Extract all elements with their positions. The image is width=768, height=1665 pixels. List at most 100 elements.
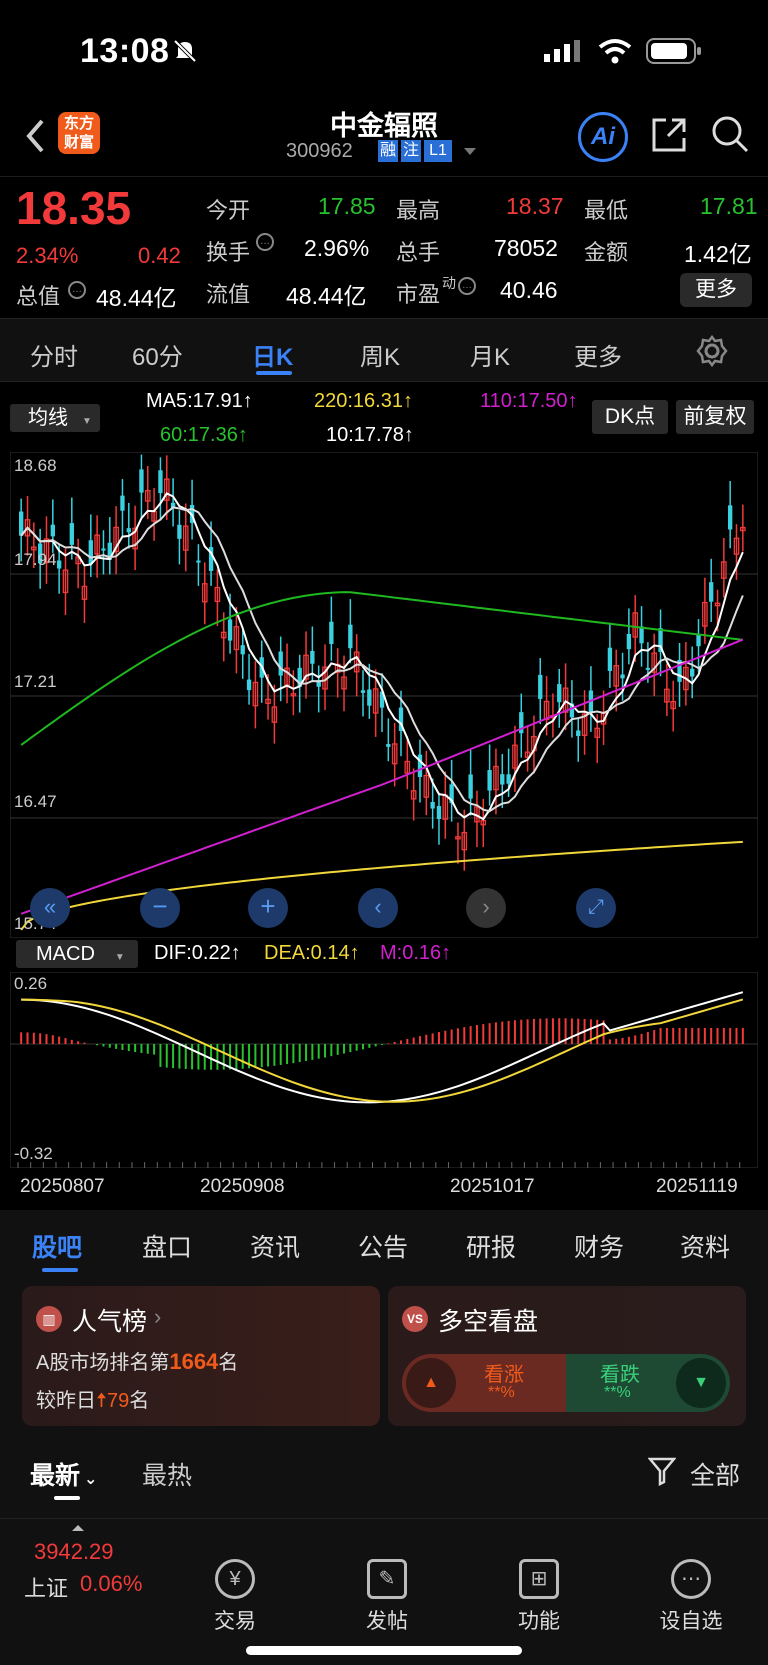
candle-body: [120, 495, 125, 511]
low-label: 最低: [584, 198, 629, 223]
back-icon[interactable]: [24, 118, 46, 154]
chevron-right-icon: ›: [154, 1304, 162, 1329]
indicator-select[interactable]: 均线 ▼: [10, 404, 100, 432]
status-bar: 13:08: [0, 0, 768, 100]
nav-functions[interactable]: ⊞ 功能: [494, 1559, 584, 1635]
nav-post[interactable]: ✎ 发帖: [342, 1559, 432, 1635]
settings-icon[interactable]: [696, 335, 728, 367]
tab-monthly[interactable]: 月K: [470, 337, 510, 372]
kline-chart[interactable]: [10, 452, 758, 938]
tab-hot[interactable]: 最热: [142, 1456, 192, 1492]
tab-financials[interactable]: 财务: [574, 1228, 624, 1264]
scroll-start-icon[interactable]: «: [30, 888, 70, 928]
tab-latest[interactable]: 最新 ⌄: [30, 1456, 97, 1492]
silent-bell-icon: [173, 39, 197, 63]
index-name[interactable]: 上证: [24, 1571, 68, 1603]
share-icon[interactable]: [650, 116, 688, 154]
scroll-left-icon[interactable]: ‹: [358, 888, 398, 928]
tab-announcements[interactable]: 公告: [358, 1228, 408, 1264]
pe-sup: 动: [442, 275, 456, 291]
candle-body: [690, 668, 695, 677]
bottom-nav: 3942.29 上证 0.06% ¥ 交易 ✎ 发帖 ⊞ 功能 ⋯ 设自选: [0, 1518, 768, 1665]
candle-body: [329, 621, 334, 644]
float-value: 48.44亿: [286, 283, 367, 309]
ma60-label: 60:17.36↑: [160, 424, 248, 446]
low-value: 17.81: [700, 193, 758, 219]
battery-icon: [646, 38, 701, 64]
price-tick: 16.47: [14, 792, 57, 811]
mcap-label: 总值: [16, 284, 61, 309]
index-value[interactable]: 3942.29: [34, 1539, 114, 1565]
ai-button[interactable]: Ai: [578, 112, 628, 162]
date-tick: 20250908: [200, 1176, 285, 1197]
info-icon[interactable]: …: [256, 233, 274, 251]
ma10-label: 10:17.78↑: [326, 424, 414, 446]
candle-body: [240, 645, 245, 655]
date-tick: 20251119: [656, 1176, 738, 1197]
nav-add-watchlist[interactable]: ⋯ 设自选: [646, 1559, 736, 1635]
macd-tick: -0.32: [14, 1144, 53, 1163]
tab-intraday[interactable]: 分时: [30, 337, 78, 372]
bullish-button[interactable]: ▲ 看涨 **%: [402, 1354, 566, 1412]
triangle-down-icon: ▼: [676, 1358, 726, 1408]
signal-icon: [544, 40, 580, 62]
tab-profile[interactable]: 资料: [680, 1228, 730, 1264]
caret-up-icon[interactable]: [72, 1525, 84, 1531]
nav-trade[interactable]: ¥ 交易: [190, 1559, 280, 1635]
tab-daily[interactable]: 日K: [252, 337, 293, 372]
price-tick: 17.21: [14, 672, 57, 691]
tab-order-book[interactable]: 盘口: [142, 1228, 192, 1264]
candle-body: [557, 684, 562, 703]
rank-line: A股市场排名第1664名: [36, 1349, 239, 1374]
candle-body: [417, 754, 423, 777]
pe-value: 40.46: [500, 277, 558, 303]
popularity-card[interactable]: ▥ 人气榜 › A股市场排名第1664名 较昨日🠅79名: [22, 1286, 380, 1426]
candle-body: [626, 633, 632, 650]
dk-point-button[interactable]: DK点: [592, 400, 668, 434]
candle-body: [487, 770, 492, 791]
candle-body: [360, 690, 366, 693]
candle-body: [101, 548, 106, 551]
change-amount: 0.42: [138, 243, 181, 268]
tab-60min[interactable]: 60分: [132, 337, 183, 372]
macd-select[interactable]: MACD ▼: [16, 940, 138, 968]
tab-guba[interactable]: 股吧: [32, 1228, 82, 1264]
macd-chart[interactable]: [10, 972, 758, 1168]
filter-icon[interactable]: [648, 1456, 676, 1486]
price-tick: 17.94: [14, 550, 57, 569]
chevron-down-icon[interactable]: [464, 148, 476, 155]
sentiment-card: VS 多空看盘 ▲ 看涨 **% 看跌 **% ▼: [388, 1286, 746, 1426]
bearish-button[interactable]: 看跌 **% ▼: [566, 1354, 730, 1412]
search-icon[interactable]: [710, 114, 750, 154]
candle-body: [709, 582, 714, 602]
index-change[interactable]: 0.06%: [80, 1571, 142, 1597]
m-label: M:0.16↑: [380, 942, 452, 964]
filter-all[interactable]: 全部: [690, 1456, 740, 1492]
adjust-button[interactable]: 前复权: [676, 400, 754, 434]
tab-more[interactable]: 更多: [574, 337, 622, 372]
stock-name: 中金辐照: [330, 111, 438, 141]
candle-body: [468, 774, 473, 799]
fullscreen-icon[interactable]: ⤢: [576, 888, 616, 928]
tab-weekly[interactable]: 周K: [360, 337, 400, 372]
candle-body: [645, 667, 651, 670]
scroll-right-icon[interactable]: ›: [466, 888, 506, 928]
macd-tick: 0.26: [14, 974, 48, 993]
candle-body: [576, 730, 581, 737]
candle-body: [56, 560, 62, 569]
zoom-in-icon[interactable]: +: [248, 888, 288, 928]
last-price: 18.35: [16, 182, 132, 234]
float-label: 流值: [206, 282, 251, 307]
candle-body: [696, 634, 701, 647]
tab-news[interactable]: 资讯: [250, 1228, 300, 1264]
zoom-out-icon[interactable]: −: [140, 888, 180, 928]
date-tick: 20250807: [20, 1176, 105, 1197]
tab-research[interactable]: 研报: [466, 1228, 516, 1264]
more-button[interactable]: 更多: [680, 273, 752, 307]
wifi-icon: [598, 39, 632, 64]
info-icon[interactable]: …: [68, 281, 86, 299]
mcap-value: 48.44亿: [96, 285, 177, 311]
candle-body: [506, 774, 511, 784]
candle-body: [728, 505, 733, 530]
info-icon[interactable]: …: [458, 277, 476, 295]
